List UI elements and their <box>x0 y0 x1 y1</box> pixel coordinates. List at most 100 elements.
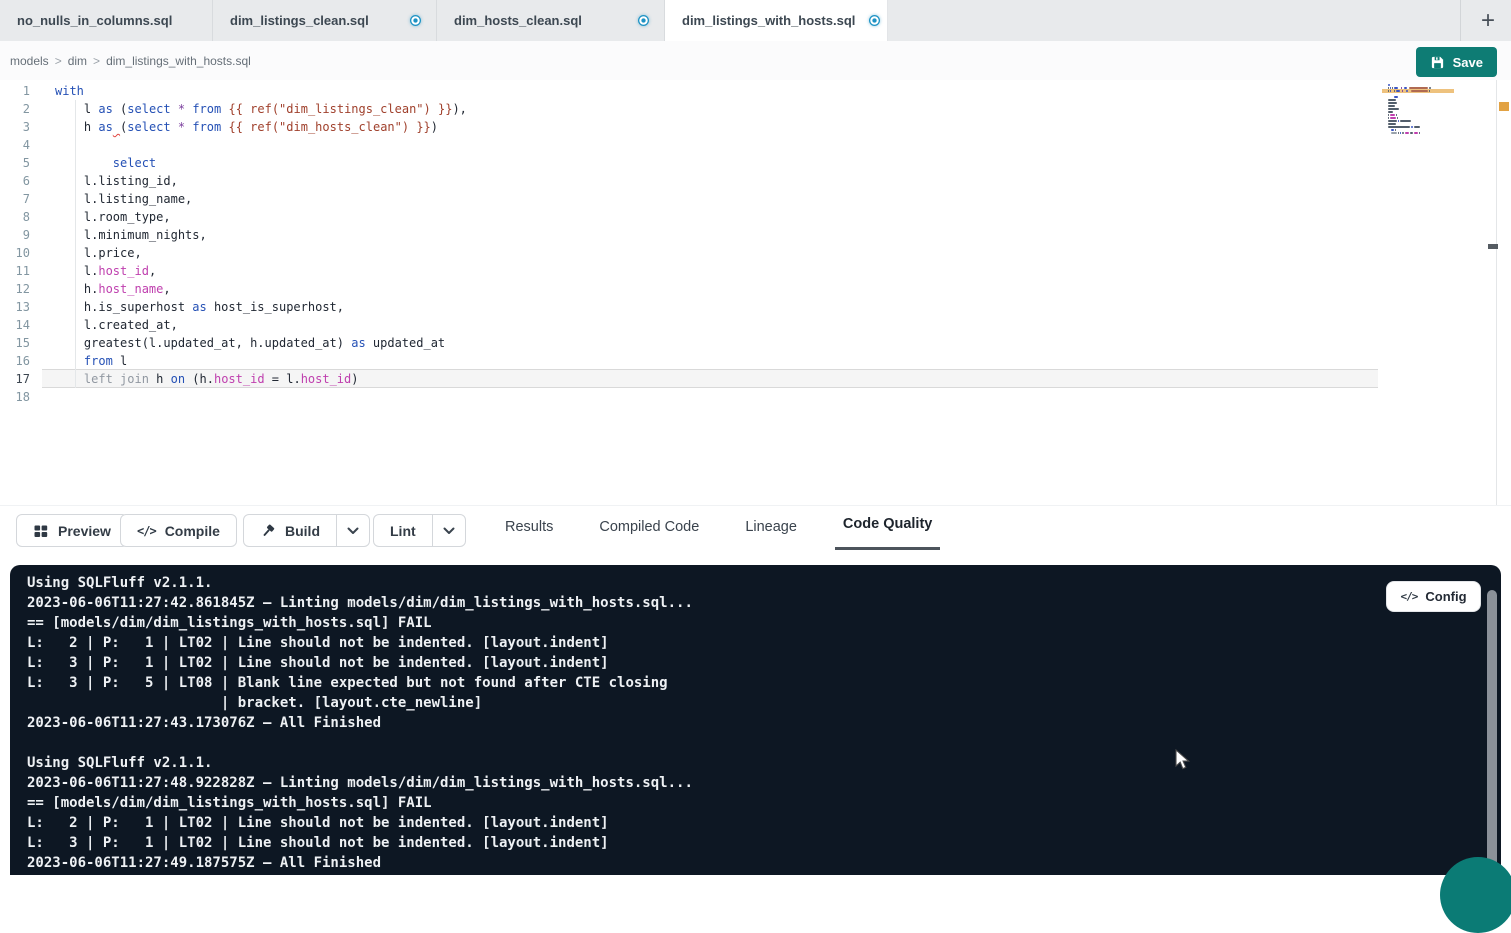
lint-dropdown-button[interactable] <box>432 515 465 546</box>
code-line-16[interactable]: 16 from l <box>0 352 1380 370</box>
line-number: 1 <box>0 82 30 100</box>
code-icon: </> <box>1400 590 1417 603</box>
code-text: l.minimum_nights, <box>55 226 207 244</box>
code-text: l.room_type, <box>55 208 171 226</box>
code-line-12[interactable]: 12 h.host_name, <box>0 280 1380 298</box>
minimap-line <box>1388 99 1456 101</box>
minimap-line <box>1388 120 1456 122</box>
save-button-label: Save <box>1453 55 1483 70</box>
terminal-output-line: 2023-06-06T11:27:49.187575Z – All Finish… <box>27 853 693 873</box>
line-number: 4 <box>0 136 30 154</box>
compile-button-content: </> Compile <box>121 515 236 546</box>
breadcrumb-segment[interactable]: dim <box>68 54 87 68</box>
code-text: l.price, <box>55 244 142 262</box>
line-number: 9 <box>0 226 30 244</box>
action-bar: Preview </> Compile Build Lint <box>0 505 1511 565</box>
build-button-content: Build <box>244 515 336 546</box>
tab-no-nulls-in-columns[interactable]: no_nulls_in_columns.sql <box>0 0 213 41</box>
breadcrumb-segment[interactable]: models <box>10 54 49 68</box>
minimap-line <box>1388 117 1456 119</box>
tab-dim-listings-with-hosts[interactable]: dim_listings_with_hosts.sql <box>665 0 888 41</box>
minimap-line <box>1388 111 1456 113</box>
tab-dim-hosts-clean[interactable]: dim_hosts_clean.sql <box>437 0 665 41</box>
line-number: 18 <box>0 388 30 406</box>
code-line-8[interactable]: 8 l.room_type, <box>0 208 1380 226</box>
terminal-output-line: == [models/dim/dim_listings_with_hosts.s… <box>27 793 693 813</box>
panel-tab-code-quality[interactable]: Code Quality <box>835 506 940 550</box>
line-number: 10 <box>0 244 30 262</box>
code-line-3[interactable]: 3 h as (select * from {{ ref("dim_hosts_… <box>0 118 1380 136</box>
code-text: l as (select * from {{ ref("dim_listings… <box>55 100 467 118</box>
terminal-output-line: L: 3 | P: 1 | LT02 | Line should not be … <box>27 833 693 853</box>
panel-tab-compiled-code[interactable]: Compiled Code <box>591 506 707 550</box>
terminal-output-line: 2023-06-06T11:27:43.173076Z – All Finish… <box>27 713 693 733</box>
code-line-15[interactable]: 15 greatest(l.updated_at, h.updated_at) … <box>0 334 1380 352</box>
code-text: l.created_at, <box>55 316 178 334</box>
code-line-13[interactable]: 13 h.is_superhost as host_is_superhost, <box>0 298 1380 316</box>
editor-tab-bar: no_nulls_in_columns.sqldim_listings_clea… <box>0 0 1511 41</box>
lint-output-terminal[interactable]: Using SQLFluff v2.1.1. 2023-06-06T11:27:4… <box>10 565 1501 875</box>
terminal-output-line: Using SQLFluff v2.1.1. <box>27 573 693 593</box>
build-button[interactable]: Build <box>243 514 370 547</box>
code-line-7[interactable]: 7 l.listing_name, <box>0 190 1380 208</box>
breadcrumb-separator-icon: > <box>55 54 62 68</box>
code-line-17[interactable]: 17 left join h on (h.host_id = l.host_id… <box>0 370 1380 388</box>
annotation-strip[interactable] <box>1496 80 1511 505</box>
warning-marker <box>1499 102 1509 111</box>
code-text: h.host_name, <box>55 280 171 298</box>
lint-button[interactable]: Lint <box>373 514 466 547</box>
code-line-18[interactable]: 18 <box>0 388 1380 406</box>
preview-label: Preview <box>58 523 111 539</box>
breadcrumb-bar: models>dim>dim_listings_with_hosts.sql <box>0 41 1511 80</box>
panel-tab-lineage[interactable]: Lineage <box>737 506 805 550</box>
code-text: left join h on (h.host_id = l.host_id) <box>55 370 359 388</box>
terminal-output-line: L: 2 | P: 1 | LT02 | Line should not be … <box>27 633 693 653</box>
line-number: 16 <box>0 352 30 370</box>
code-text: l.host_id, <box>55 262 156 280</box>
code-line-1[interactable]: 1with <box>0 82 1380 100</box>
tab-dim-listings-clean[interactable]: dim_listings_clean.sql <box>213 0 437 41</box>
new-tab-button[interactable]: + <box>1473 6 1503 36</box>
help-bubble-button[interactable] <box>1440 857 1511 933</box>
chevron-down-icon <box>443 527 455 535</box>
code-line-11[interactable]: 11 l.host_id, <box>0 262 1380 280</box>
panel-tab-results[interactable]: Results <box>497 506 561 550</box>
lint-label: Lint <box>390 523 416 539</box>
minimap-line <box>1388 126 1456 128</box>
minimap-line <box>1388 90 1456 92</box>
code-line-5[interactable]: 5 select <box>0 154 1380 172</box>
breadcrumb-segment[interactable]: dim_listings_with_hosts.sql <box>106 54 251 68</box>
terminal-output-line: L: 3 | P: 5 | LT08 | Blank line expected… <box>27 673 693 693</box>
editor-minimap[interactable] <box>1388 84 1456 138</box>
build-dropdown-button[interactable] <box>336 515 369 546</box>
minimap-line <box>1388 105 1456 107</box>
terminal-scrollbar[interactable] <box>1487 590 1497 873</box>
code-line-10[interactable]: 10 l.price, <box>0 244 1380 262</box>
code-line-14[interactable]: 14 l.created_at, <box>0 316 1380 334</box>
code-line-4[interactable]: 4 <box>0 136 1380 154</box>
code-line-2[interactable]: 2 l as (select * from {{ ref("dim_listin… <box>0 100 1380 118</box>
minimap-line <box>1388 114 1456 116</box>
line-number: 8 <box>0 208 30 226</box>
line-number: 15 <box>0 334 30 352</box>
config-button[interactable]: </> Config <box>1386 581 1481 612</box>
line-number: 17 <box>0 370 30 388</box>
minimap-line <box>1388 132 1456 134</box>
code-text: greatest(l.updated_at, h.updated_at) as … <box>55 334 445 352</box>
minimap-line <box>1388 129 1456 131</box>
breadcrumb: models>dim>dim_listings_with_hosts.sql <box>10 54 251 68</box>
minimap-line <box>1388 135 1456 137</box>
line-number: 2 <box>0 100 30 118</box>
terminal-output-line <box>27 733 693 753</box>
preview-button[interactable]: Preview <box>16 514 128 547</box>
compile-button[interactable]: </> Compile <box>120 514 237 547</box>
minimap-line <box>1388 93 1456 95</box>
code-line-9[interactable]: 9 l.minimum_nights, <box>0 226 1380 244</box>
save-button[interactable]: Save <box>1416 47 1497 77</box>
mouse-cursor <box>1175 749 1195 771</box>
terminal-output-line: | bracket. [layout.cte_newline] <box>27 693 693 713</box>
code-line-6[interactable]: 6 l.listing_id, <box>0 172 1380 190</box>
code-text: l.listing_id, <box>55 172 178 190</box>
code-editor[interactable]: 1with2 l as (select * from {{ ref("dim_l… <box>0 80 1511 505</box>
minimap-line <box>1388 123 1456 125</box>
